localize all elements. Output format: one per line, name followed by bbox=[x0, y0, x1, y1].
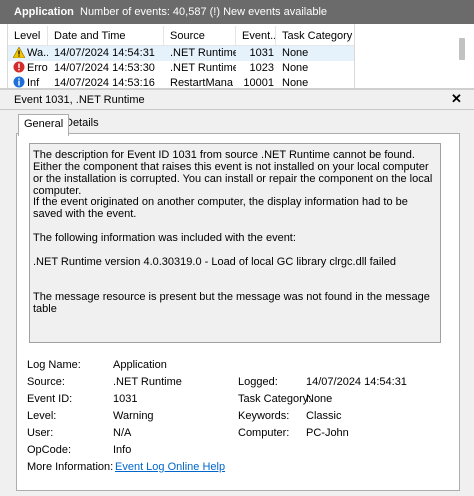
user-value: N/A bbox=[113, 427, 132, 439]
row-date: 14/07/2024 14:53:30 bbox=[54, 62, 155, 74]
column-header-event-id[interactable]: Event... bbox=[236, 26, 276, 46]
table-row[interactable]: Inf 14/07/2024 14:53:16 RestartMana 1000… bbox=[8, 76, 354, 88]
event-list: Level Date and Time Source Event... Task… bbox=[0, 24, 474, 88]
level-value: Warning bbox=[113, 410, 154, 422]
event-table: Level Date and Time Source Event... Task… bbox=[7, 24, 355, 88]
event-log-online-help-link[interactable]: Event Log Online Help bbox=[115, 460, 225, 474]
task-category-label: Task Category: bbox=[238, 393, 312, 405]
event-list-scrollbar[interactable] bbox=[458, 38, 466, 86]
logged-value: 14/07/2024 14:54:31 bbox=[306, 376, 407, 388]
row-level: Inf bbox=[8, 76, 48, 88]
row-category: None bbox=[282, 47, 309, 59]
error-icon bbox=[13, 61, 25, 76]
table-row[interactable]: Wa... 14/07/2024 14:54:31 .NET Runtime 1… bbox=[8, 46, 354, 61]
event-detail-header: Event 1031, .NET Runtime ✕ bbox=[0, 90, 474, 110]
event-id-label: Event ID: bbox=[27, 393, 73, 405]
close-icon[interactable]: ✕ bbox=[451, 92, 462, 106]
row-level: Wa... bbox=[8, 46, 48, 61]
log-name-label: Log Name: bbox=[27, 359, 81, 371]
description-paragraph: The following information was included w… bbox=[33, 232, 296, 244]
source-label: Source: bbox=[27, 376, 65, 388]
event-detail-title: Event 1031, .NET Runtime bbox=[14, 94, 145, 106]
column-header-source[interactable]: Source bbox=[164, 26, 236, 46]
event-id-value: 1031 bbox=[113, 393, 138, 405]
opcode-label: OpCode: bbox=[27, 444, 72, 456]
opcode-value: Info bbox=[113, 444, 132, 456]
scrollbar-thumb[interactable] bbox=[459, 38, 465, 60]
level-label: Level: bbox=[27, 410, 57, 422]
column-header-level[interactable]: Level bbox=[8, 26, 48, 46]
description-paragraph: The description for Event ID 1031 from s… bbox=[33, 149, 433, 197]
computer-value: PC-John bbox=[306, 427, 349, 439]
computer-label: Computer: bbox=[238, 427, 290, 439]
column-header-task-category[interactable]: Task Category bbox=[276, 26, 354, 46]
info-icon bbox=[13, 76, 25, 88]
row-event-id: 1031 bbox=[249, 47, 274, 59]
log-header-bar: Application Number of events: 40,587 (!)… bbox=[0, 0, 474, 24]
row-event-id: 1023 bbox=[249, 62, 274, 74]
keywords-label: Keywords: bbox=[238, 410, 290, 422]
event-description-box[interactable]: The description for Event ID 1031 from s… bbox=[29, 143, 441, 343]
more-information-label: More Information: bbox=[27, 461, 114, 473]
user-label: User: bbox=[27, 427, 54, 439]
log-name-value: Application bbox=[113, 359, 167, 371]
row-event-id: 10001 bbox=[243, 77, 274, 88]
warning-icon bbox=[12, 46, 26, 61]
keywords-value: Classic bbox=[306, 410, 342, 422]
description-paragraph: .NET Runtime version 4.0.30319.0 - Load … bbox=[33, 256, 396, 268]
logged-label: Logged: bbox=[238, 376, 278, 388]
table-row[interactable]: Error 14/07/2024 14:53:30 .NET Runtime 1… bbox=[8, 61, 354, 76]
row-source: RestartMana bbox=[170, 77, 233, 88]
log-name: Application bbox=[14, 6, 74, 18]
description-paragraph: The message resource is present but the … bbox=[33, 291, 430, 315]
task-category-value: None bbox=[306, 393, 333, 405]
row-date: 14/07/2024 14:54:31 bbox=[54, 47, 155, 59]
row-date: 14/07/2024 14:53:16 bbox=[54, 77, 155, 88]
source-value: .NET Runtime bbox=[113, 376, 182, 388]
event-table-header: Level Date and Time Source Event... Task… bbox=[8, 26, 354, 46]
row-level: Error bbox=[8, 61, 48, 76]
row-category: None bbox=[282, 77, 309, 88]
column-header-date-time[interactable]: Date and Time bbox=[48, 26, 164, 46]
description-paragraph: If the event originated on another compu… bbox=[33, 196, 408, 220]
row-source: .NET Runtime bbox=[170, 62, 236, 74]
row-category: None bbox=[282, 62, 309, 74]
row-source: .NET Runtime bbox=[170, 47, 236, 59]
event-count-status: Number of events: 40,587 (!) New events … bbox=[80, 6, 328, 18]
tab-general[interactable]: General bbox=[18, 114, 70, 136]
